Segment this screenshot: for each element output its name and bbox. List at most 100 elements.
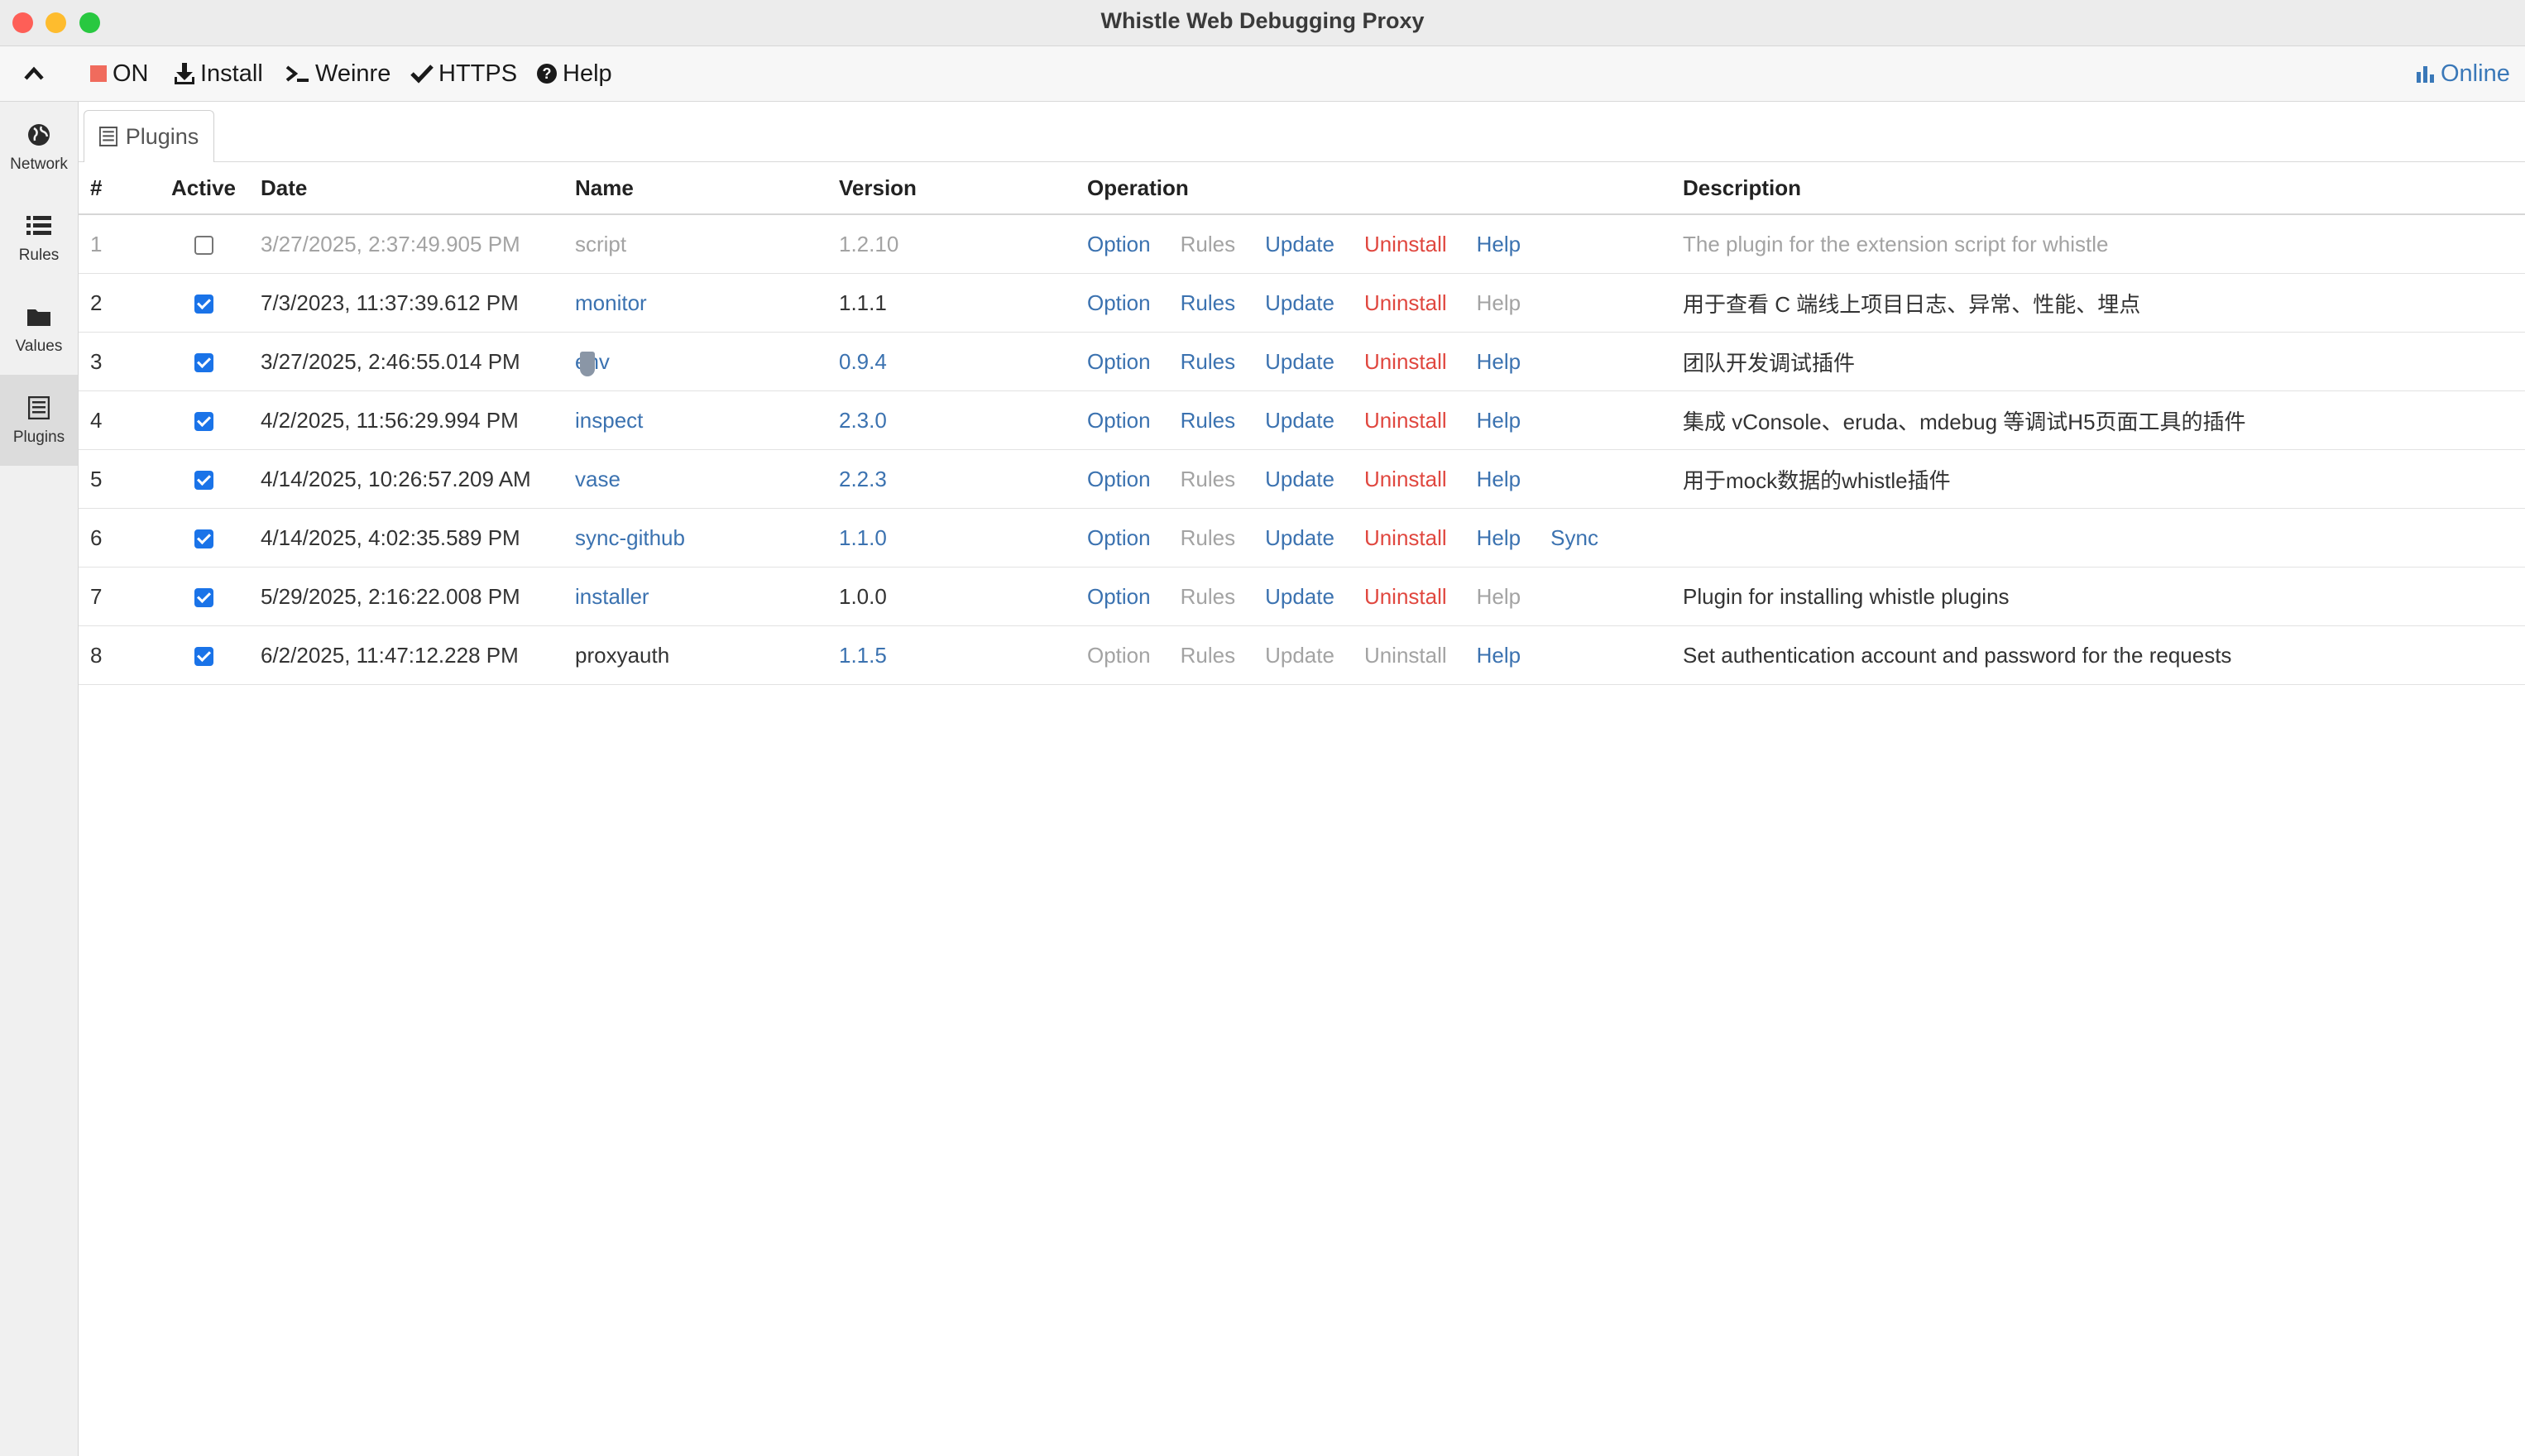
- install-button[interactable]: Install: [174, 46, 263, 101]
- active-checkbox[interactable]: [194, 471, 213, 491]
- cell-description: 集成 vConsole、eruda、mdebug 等调试H5页面工具的插件: [1671, 390, 2525, 450]
- plugin-version[interactable]: 1.1.0: [839, 525, 887, 550]
- help-link[interactable]: Help: [1477, 525, 1521, 551]
- uninstall-link[interactable]: Uninstall: [1364, 232, 1447, 257]
- cell-date: 4/14/2025, 10:26:57.209 AM: [249, 449, 563, 509]
- uninstall-link[interactable]: Uninstall: [1364, 408, 1447, 433]
- cell-date: 7/3/2023, 11:37:39.612 PM: [249, 273, 563, 333]
- folder-icon: [26, 303, 51, 331]
- update-link[interactable]: Update: [1265, 349, 1334, 375]
- terminal-icon: [285, 64, 310, 84]
- table-row: 5 4/14/2025, 10:26:57.209 AM vase 2.2.3 Opti…: [79, 449, 2525, 509]
- plugin-version[interactable]: 0.9.4: [839, 349, 887, 374]
- plugins-table-body: 1 3/27/2025, 2:37:49.905 PM script 1.2.10 Op…: [79, 214, 2525, 685]
- weinre-label: Weinre: [315, 60, 391, 87]
- sidebar-rules-label: Rules: [18, 247, 60, 264]
- option-link[interactable]: Option: [1087, 349, 1151, 375]
- option-link[interactable]: Option: [1087, 584, 1151, 610]
- cell-operation: Option Rules Update Uninstall Help: [1076, 273, 1671, 333]
- uninstall-link[interactable]: Uninstall: [1364, 584, 1447, 610]
- active-checkbox[interactable]: [194, 412, 213, 432]
- help-link[interactable]: Help: [1477, 232, 1521, 257]
- plugin-version: 1.0.0: [839, 583, 887, 609]
- cell-description: 用于查看 C 端线上项目日志、异常、性能、埋点: [1671, 273, 2525, 333]
- plugin-name-link[interactable]: monitor: [575, 290, 647, 315]
- sidebar-item-plugins[interactable]: Plugins: [0, 375, 78, 466]
- https-button[interactable]: HTTPS: [410, 46, 517, 101]
- rules-link[interactable]: Rules: [1181, 349, 1235, 375]
- help-link[interactable]: Help: [1477, 643, 1521, 668]
- uninstall-link[interactable]: Uninstall: [1364, 467, 1447, 492]
- help-link[interactable]: Help: [1477, 408, 1521, 433]
- plugin-name-link[interactable]: inspect: [575, 408, 643, 433]
- active-checkbox[interactable]: [194, 529, 213, 549]
- online-status-button[interactable]: Online: [2416, 46, 2510, 101]
- plugin-name-link[interactable]: vase: [575, 467, 620, 491]
- table-row: 2 7/3/2023, 11:37:39.612 PM monitor 1.1.1 Op…: [79, 273, 2525, 333]
- rules-link: Rules: [1180, 642, 1236, 668]
- option-link[interactable]: Option: [1087, 467, 1151, 492]
- proxy-on-button[interactable]: ON: [89, 46, 149, 101]
- cell-name: vase: [563, 449, 827, 509]
- weinre-button[interactable]: Weinre: [285, 46, 390, 101]
- option-link[interactable]: Option: [1087, 408, 1151, 433]
- rules-link[interactable]: Rules: [1181, 290, 1235, 316]
- cell-number: 2: [79, 273, 158, 333]
- rules-link: Rules: [1180, 231, 1236, 256]
- update-link[interactable]: Update: [1265, 525, 1334, 551]
- uninstall-link: Uninstall: [1363, 642, 1447, 668]
- help-link[interactable]: Help: [1477, 349, 1521, 375]
- option-link[interactable]: Option: [1087, 290, 1151, 316]
- download-icon: [174, 62, 195, 85]
- help-link[interactable]: Help: [1477, 467, 1521, 492]
- plugin-version[interactable]: 1.1.5: [839, 643, 887, 668]
- update-link[interactable]: Update: [1265, 467, 1334, 492]
- update-link[interactable]: Update: [1265, 408, 1334, 433]
- cell-description: The plugin for the extension script for …: [1671, 214, 2525, 274]
- option-link[interactable]: Option: [1087, 232, 1151, 257]
- cell-name: inspect: [563, 390, 827, 450]
- update-link[interactable]: Update: [1265, 584, 1334, 610]
- uninstall-link[interactable]: Uninstall: [1364, 349, 1447, 375]
- plugin-version[interactable]: 2.2.3: [839, 467, 887, 491]
- header-active: Active: [158, 162, 249, 215]
- plugin-version: 1.2.10: [839, 231, 899, 256]
- sidebar-item-rules[interactable]: Rules: [0, 193, 78, 284]
- sync-link[interactable]: Sync: [1550, 525, 1598, 551]
- active-checkbox[interactable]: [194, 647, 213, 667]
- table-row: 8 6/2/2025, 11:47:12.228 PM proxyauth 1.1.5…: [79, 625, 2525, 685]
- plugin-name-link[interactable]: sync-github: [575, 525, 685, 550]
- cell-active: [158, 508, 249, 568]
- plugin-version[interactable]: 2.3.0: [839, 408, 887, 433]
- rules-link[interactable]: Rules: [1181, 408, 1235, 433]
- active-checkbox[interactable]: [194, 588, 213, 608]
- cell-date: 4/14/2025, 4:02:35.589 PM: [249, 508, 563, 568]
- help-button[interactable]: ? Help: [536, 46, 612, 101]
- sidebar-item-network[interactable]: Network: [0, 102, 78, 193]
- cell-number: 7: [79, 567, 158, 626]
- online-label: Online: [2441, 60, 2510, 87]
- tab-plugins[interactable]: Plugins: [84, 110, 214, 162]
- active-checkbox[interactable]: [194, 353, 213, 373]
- active-checkbox[interactable]: [194, 295, 213, 314]
- cell-version: 1.2.10: [827, 214, 1076, 274]
- cell-name: proxyauth: [563, 625, 827, 685]
- cell-name: script: [563, 214, 827, 274]
- uninstall-link[interactable]: Uninstall: [1364, 525, 1447, 551]
- header-version: Version: [827, 162, 1076, 215]
- cell-name: sync-github: [563, 508, 827, 568]
- option-link[interactable]: Option: [1087, 525, 1151, 551]
- cell-operation: Option Rules Update Uninstall Help: [1076, 390, 1671, 450]
- plugin-name-link[interactable]: installer: [575, 584, 649, 609]
- update-link[interactable]: Update: [1265, 290, 1334, 316]
- cell-date: 3/27/2025, 2:46:55.014 PM: [249, 332, 563, 391]
- uninstall-link[interactable]: Uninstall: [1364, 290, 1447, 316]
- tab-plugins-label: Plugins: [125, 123, 199, 149]
- active-checkbox[interactable]: [194, 236, 213, 256]
- rules-link: Rules: [1180, 583, 1236, 609]
- sidebar-item-values[interactable]: Values: [0, 284, 78, 375]
- update-link[interactable]: Update: [1265, 232, 1334, 257]
- collapse-menu-button[interactable]: [23, 46, 50, 101]
- help-link: Help: [1476, 583, 1521, 609]
- cell-description: Set authentication account and password …: [1671, 625, 2525, 685]
